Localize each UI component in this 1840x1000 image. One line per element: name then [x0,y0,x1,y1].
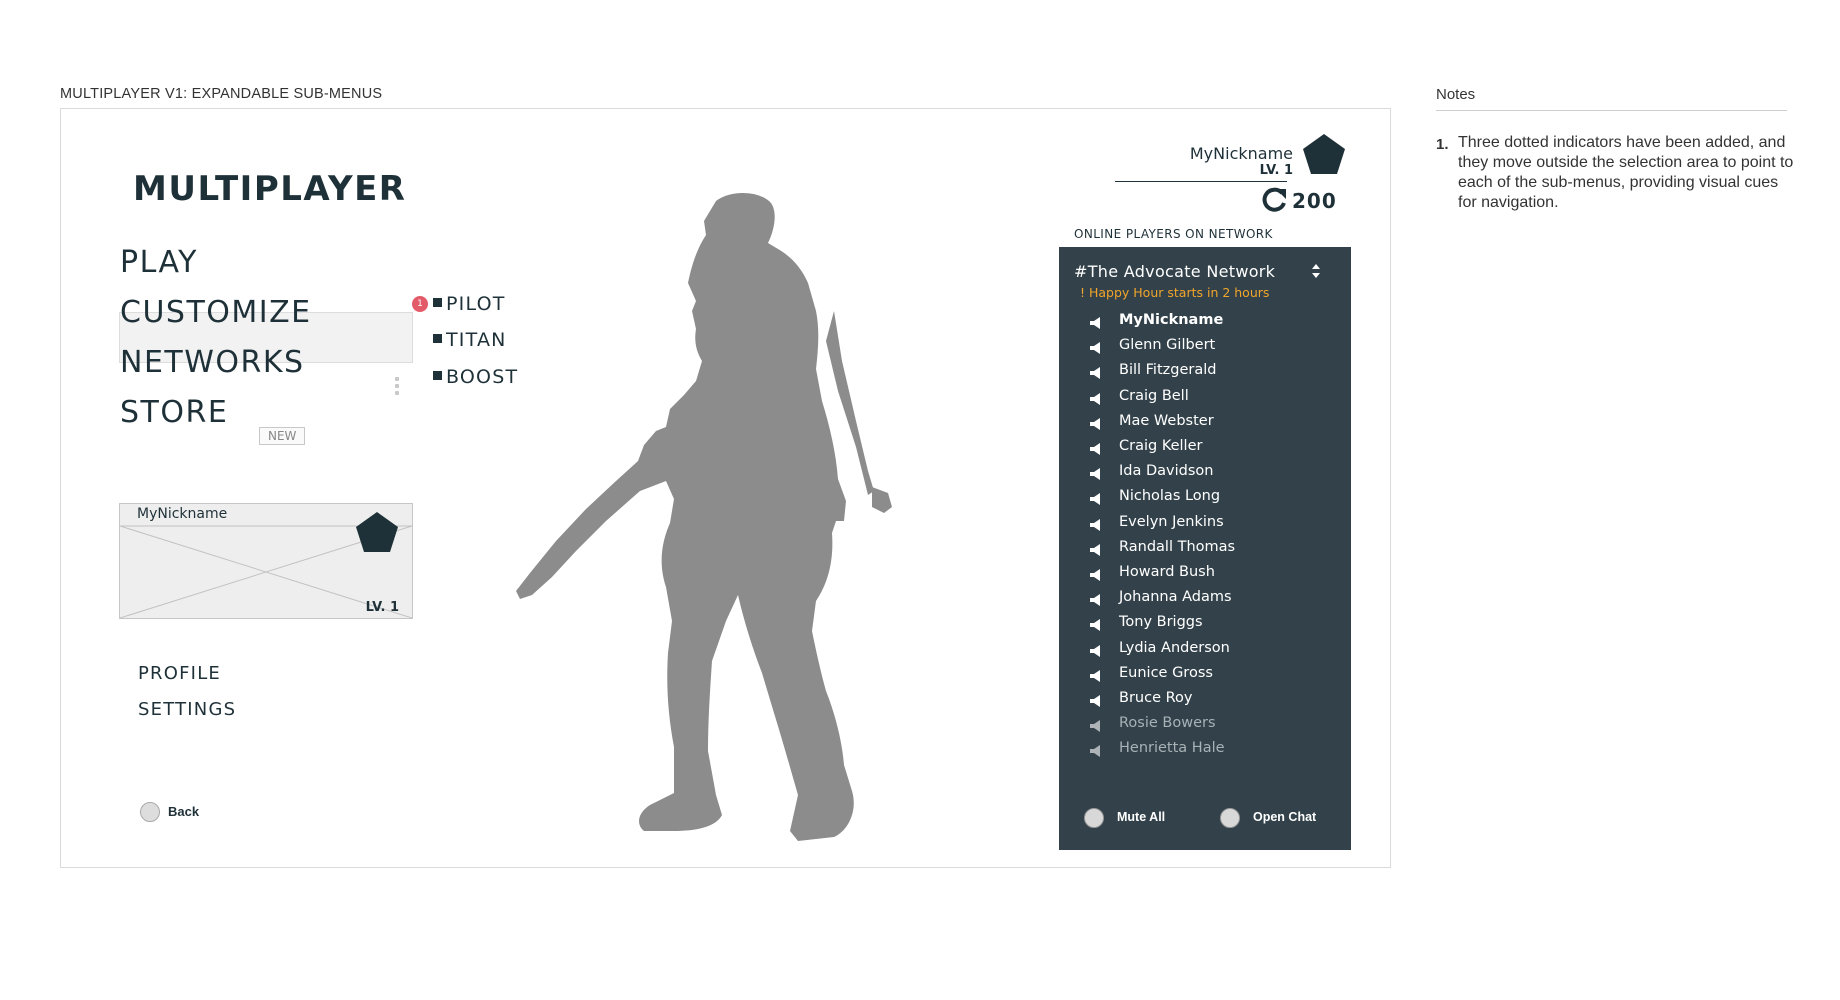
submenu-bullet [433,298,442,307]
player-row[interactable]: Eunice Gross [1089,665,1339,690]
dotted-indicator [395,377,399,398]
speaker-icon[interactable] [1089,443,1103,455]
player-row[interactable]: Bruce Roy [1089,690,1339,715]
speaker-icon[interactable] [1089,317,1103,329]
player-name: Johanna Adams [1119,589,1232,606]
back-button[interactable]: Back [168,804,199,819]
player-name: Ida Davidson [1119,463,1214,480]
player-name: Tony Briggs [1119,614,1203,631]
sort-arrows-icon[interactable] [1311,263,1321,279]
player-name: Glenn Gilbert [1119,337,1216,354]
player-row[interactable]: Nicholas Long [1089,488,1339,513]
refresh-icon [1262,187,1286,212]
notes-header: Notes [1436,86,1476,103]
player-card[interactable]: MyNickname LV. 1 [119,503,413,619]
player-name: Henrietta Hale [1119,740,1225,757]
note-number: 1. [1436,136,1449,153]
speaker-icon[interactable] [1089,695,1103,707]
player-level: LV. 1 [1259,163,1293,178]
level-progress-line [1115,181,1287,182]
network-selector[interactable]: #The Advocate Network [1074,262,1275,281]
speaker-icon[interactable] [1089,669,1103,682]
happy-hour-notice: ! Happy Hour starts in 2 hours [1080,285,1270,300]
character-silhouette [516,192,892,841]
player-name: Bruce Roy [1119,690,1193,706]
submenu-boost[interactable]: BOOST [446,366,518,388]
speaker-icon[interactable] [1089,745,1103,758]
player-row[interactable]: Bill Fitzgerald [1089,362,1339,387]
open-chat-button[interactable]: Open Chat [1253,810,1316,824]
speaker-icon[interactable] [1089,392,1103,405]
speaker-icon[interactable] [1089,569,1103,581]
currency-amount: 200 [1292,189,1337,213]
frame-title: MULTIPLAYER V1: EXPANDABLE SUB-MENUS [60,86,383,102]
speaker-icon[interactable] [1089,493,1103,506]
player-row[interactable]: Ida Davidson [1089,463,1339,488]
card-level: LV. 1 [365,600,399,615]
player-row[interactable]: Howard Bush [1089,564,1339,589]
player-row[interactable]: Johanna Adams [1089,589,1339,614]
player-name: Craig Bell [1119,387,1189,404]
profile-link[interactable]: PROFILE [138,663,221,684]
player-row[interactable]: Tony Briggs [1089,614,1339,639]
new-badge: NEW [259,427,306,445]
submenu-bullet [433,371,442,380]
player-row[interactable]: Craig Bell [1089,388,1339,413]
player-name: Rosie Bowers [1119,715,1216,732]
player-name: Bill Fitzgerald [1119,362,1217,379]
speaker-icon[interactable] [1089,619,1103,632]
speaker-icon[interactable] [1089,367,1103,380]
player-row[interactable]: Craig Keller [1089,438,1339,463]
submenu-titan[interactable]: TITAN [446,329,507,351]
player-row[interactable]: Evelyn Jenkins [1089,514,1339,539]
card-nickname: MyNickname [137,506,228,522]
speaker-icon[interactable] [1089,720,1103,733]
notification-badge: 1 [412,296,428,312]
online-players-label: ONLINE PLAYERS ON NETWORK [1074,227,1273,241]
player-row[interactable]: Henrietta Hale [1089,740,1339,765]
submenu-bullet [433,334,442,343]
player-name: Eunice Gross [1119,664,1213,681]
speaker-icon[interactable] [1089,594,1103,607]
menu-customize[interactable]: CUSTOMIZE [120,295,312,330]
menu-play[interactable]: PLAY [120,245,198,280]
pentagon-icon [1303,134,1345,174]
notes-divider [1436,110,1787,111]
speaker-icon[interactable] [1089,468,1103,481]
player-name: Mae Webster [1119,412,1214,429]
submenu-pilot[interactable]: PILOT [446,293,506,315]
page-title: MULTIPLAYER [133,169,407,209]
player-nickname: MyNickname [1189,144,1293,163]
online-players-panel: #The Advocate Network ! Happy Hour start… [1059,247,1351,850]
back-button-icon[interactable] [140,802,160,822]
menu-store[interactable]: STORE [120,395,228,430]
note-text: Three dotted indicators have been added,… [1458,134,1794,211]
player-name: Craig Keller [1119,438,1203,454]
player-row[interactable]: Lydia Anderson [1089,640,1339,665]
player-name: Lydia Anderson [1119,639,1230,656]
player-name: Howard Bush [1119,564,1215,580]
speaker-icon[interactable] [1089,644,1103,657]
player-row[interactable]: Glenn Gilbert [1089,337,1339,362]
speaker-icon[interactable] [1089,417,1103,430]
open-chat-icon[interactable] [1220,808,1240,828]
player-row[interactable]: Randall Thomas [1089,539,1339,564]
speaker-icon[interactable] [1089,543,1103,556]
player-name: Evelyn Jenkins [1119,513,1224,530]
mute-all-button[interactable]: Mute All [1117,810,1165,824]
player-row[interactable]: Rosie Bowers [1089,715,1339,740]
settings-link[interactable]: SETTINGS [138,699,236,720]
mute-all-icon[interactable] [1084,808,1104,828]
game-screen: MULTIPLAYER PLAY CUSTOMIZE NETWORKS STOR… [60,108,1391,868]
player-row[interactable]: Mae Webster [1089,413,1339,438]
player-name: MyNickname [1119,312,1224,328]
menu-networks[interactable]: NETWORKS [120,345,305,380]
player-row[interactable]: MyNickname [1089,312,1339,337]
speaker-icon[interactable] [1089,342,1103,355]
player-name: Randall Thomas [1119,538,1236,555]
speaker-icon[interactable] [1089,518,1103,531]
pentagon-icon [356,512,398,552]
player-name: Nicholas Long [1119,488,1221,505]
